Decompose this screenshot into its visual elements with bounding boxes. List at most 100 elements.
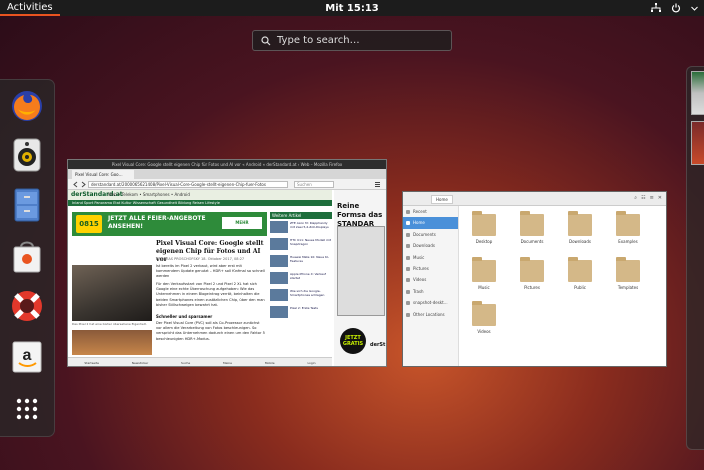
firefox-toolbar: derstandard.at/2000065621408/Pixel-Visua… <box>68 179 386 190</box>
svg-text:a: a <box>23 347 32 364</box>
file-cabinet-icon <box>14 188 40 222</box>
folder-templates[interactable]: Templates <box>608 257 648 300</box>
dash-amazon[interactable]: a <box>9 339 45 375</box>
folder-desktop[interactable]: Desktop <box>464 211 504 254</box>
url-bar[interactable]: derstandard.at/2000065621408/Pixel-Visua… <box>88 181 288 188</box>
firefox-tab[interactable]: Pixel Visual Core: Goo… <box>72 170 134 179</box>
sidebar-item-videos[interactable]: Videos <box>403 274 458 285</box>
folder-icon <box>472 301 496 326</box>
sidebar-item[interactable]: Wie sich die Google-Smartphones schlagen <box>270 289 332 303</box>
app-grid-icon <box>16 398 38 420</box>
sidebar-item-other-locations[interactable]: Other Locations <box>403 309 458 320</box>
sidebar-item-downloads[interactable]: Downloads <box>403 240 458 251</box>
search-input[interactable]: Type to search… <box>252 30 452 51</box>
files-sidebar: Recent Home Documents Downloads Music Pi… <box>403 206 459 366</box>
folder-pictures[interactable]: Pictures <box>512 257 552 300</box>
firefox-window[interactable]: Pixel Visual Core: Google stellt eigenen… <box>67 159 387 367</box>
bottom-nav-item[interactable]: Meine <box>223 361 232 365</box>
bottom-nav-item[interactable]: Mobile <box>265 361 275 365</box>
dash-firefox[interactable] <box>9 88 45 124</box>
sidebar-item[interactable]: Huawei Mate 10: Neue KI-Features <box>270 255 332 269</box>
show-applications-button[interactable] <box>9 391 45 427</box>
firefox-search-box[interactable]: Suchen <box>294 181 334 188</box>
workspace-thumbnail-1[interactable] <box>691 71 704 115</box>
files-grid: Desktop Documents Downloads Examples Mus… <box>460 206 666 366</box>
folder-icon <box>616 211 640 236</box>
system-tray[interactable] <box>651 0 698 16</box>
activities-button[interactable]: Activities <box>0 0 60 16</box>
sidebar-item[interactable]: Pixel 2: Erste Tests <box>270 306 332 320</box>
bottom-nav-item[interactable]: Newsticker <box>132 361 148 365</box>
menu-icon[interactable]: ≡ <box>650 195 654 201</box>
power-icon <box>671 3 681 13</box>
sidebar-item-documents[interactable]: Documents <box>403 229 458 240</box>
dash-ubuntu-software[interactable] <box>9 238 45 274</box>
top-bar: Activities Mit 15:13 <box>0 0 704 16</box>
sidebar-item-pictures[interactable]: Pictures <box>403 263 458 274</box>
files-headerbar: Home ⌕ ☷ ≡ ✕ <box>403 192 666 206</box>
article-lead: Ist bereits im Pixel 2 verbaut, wird abe… <box>156 264 265 279</box>
image-caption: Das Pixel 2 hat eine bisher übersehene E… <box>72 322 147 326</box>
ad-newspaper-image <box>337 226 385 316</box>
bottom-nav-item[interactable]: Login <box>307 361 315 365</box>
workspace-switcher <box>686 66 704 450</box>
ad-title: Reine Formsa das STANDAR <box>337 202 383 228</box>
speaker-icon <box>13 138 41 172</box>
folder-icon <box>520 211 544 236</box>
article-sidebar: Weitere Artikel ZTE Axon M: Klapphandy m… <box>270 212 332 362</box>
sidebar-item[interactable]: ZTE Axon M: Klapphandy mit zwei 5,2-Zoll… <box>270 221 332 235</box>
article-image-2 <box>72 330 152 355</box>
search-placeholder: Type to search… <box>277 35 360 46</box>
bottom-nav-item[interactable]: Suche <box>181 361 190 365</box>
site-header: derStandard.at Web • Telekom • Smartphon… <box>68 190 332 200</box>
folder-downloads[interactable]: Downloads <box>560 211 600 254</box>
clock[interactable]: Mit 15:13 <box>325 3 378 14</box>
files-header-buttons: ⌕ ☷ ≡ ✕ <box>634 195 662 201</box>
sidebar-item-music[interactable]: Music <box>403 252 458 263</box>
files-path-button[interactable]: Home <box>431 195 453 204</box>
menu-icon[interactable] <box>374 181 381 188</box>
banner-button[interactable]: MEHR <box>222 217 262 229</box>
sidebar-item[interactable]: Apple iPhone X: Verkauf startet <box>270 272 332 286</box>
dash-files[interactable] <box>9 187 45 223</box>
folder-videos[interactable]: Videos <box>464 301 504 344</box>
dash-help[interactable] <box>9 288 45 324</box>
sidebar-item[interactable]: HTC U11: Neues Modell mit Snapdragon <box>270 238 332 252</box>
files-window[interactable]: Home ⌕ ☷ ≡ ✕ Recent Home Documents Downl… <box>402 191 667 367</box>
sidebar-item-home[interactable]: Home <box>403 217 458 229</box>
dash: a <box>0 79 55 437</box>
view-icon[interactable]: ☷ <box>641 195 645 201</box>
folder-icon <box>568 257 592 282</box>
folder-icon <box>472 211 496 236</box>
folder-icon <box>472 257 496 282</box>
folder-music[interactable]: Music <box>464 257 504 300</box>
article-body: Für den Verkaufsstart von Pixel 2 und Pi… <box>156 282 265 307</box>
webpage: derStandard.at Web • Telekom • Smartphon… <box>68 190 386 366</box>
dash-rhythmbox[interactable] <box>9 137 45 173</box>
ad-banner[interactable]: 0815 JETZT ALLE FEIER-ANGEBOTE ANSEHEN! … <box>72 212 267 236</box>
sidebar-item-snapshot[interactable]: snapshot-deskt… <box>403 297 458 308</box>
banner-logo: 0815 <box>76 215 102 233</box>
sidebar-item-recent[interactable]: Recent <box>403 206 458 217</box>
sidebar-heading: Weitere Artikel <box>270 212 332 219</box>
site-breadcrumb[interactable]: Web • Telekom • Smartphones • Android <box>108 192 190 197</box>
workspace-thumbnail-2[interactable] <box>691 121 704 165</box>
amazon-icon: a <box>12 341 42 373</box>
article-meta: ANDREAS PROSCHOFSKY 18. Oktober 2017, 08… <box>156 257 245 261</box>
site-subnav[interactable]: Inland Sport Panorama Etat Kultur Wissen… <box>68 200 332 206</box>
folder-examples[interactable]: Examples <box>608 211 648 254</box>
ad-badge: JETZT GRATIS <box>340 328 366 354</box>
ad-column[interactable]: Reine Formsa das STANDAR JETZT GRATIS de… <box>334 190 386 366</box>
ad-logo: derSt <box>370 342 386 348</box>
search-icon <box>261 35 271 45</box>
firefox-title: Pixel Visual Core: Google stellt eigenen… <box>68 160 386 169</box>
back-icon[interactable] <box>72 181 79 188</box>
close-icon[interactable]: ✕ <box>658 195 662 201</box>
forward-icon[interactable] <box>80 181 87 188</box>
folder-public[interactable]: Public <box>560 257 600 300</box>
sidebar-item-trash[interactable]: Trash <box>403 286 458 297</box>
folder-documents[interactable]: Documents <box>512 211 552 254</box>
bottom-nav-item[interactable]: Startseite <box>84 361 99 365</box>
search-icon[interactable]: ⌕ <box>634 195 637 201</box>
lifebuoy-icon <box>12 291 42 321</box>
